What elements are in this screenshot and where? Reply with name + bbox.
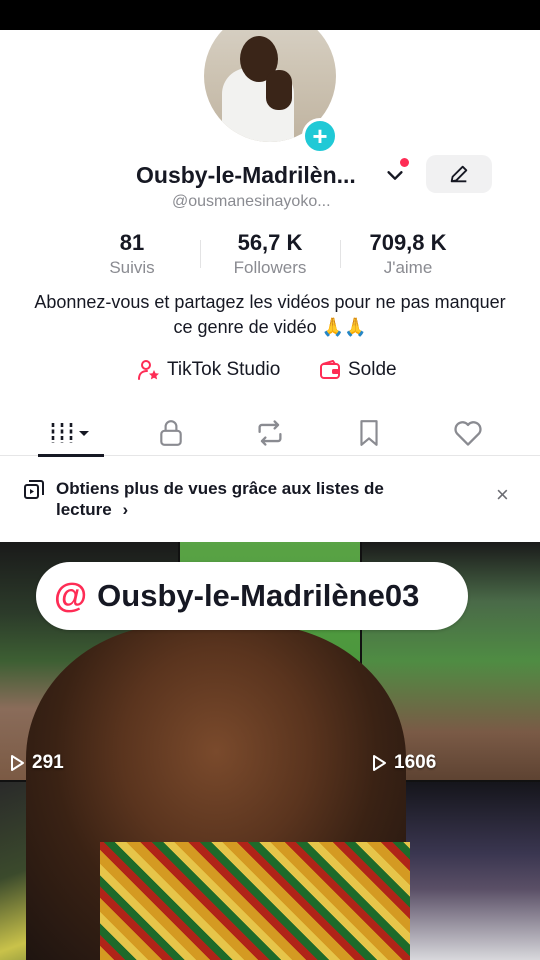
repost-icon (258, 420, 282, 446)
playlist-icon (24, 480, 44, 499)
play-icon (11, 755, 24, 771)
username-handle: @ousmanesinayoko... (172, 193, 331, 210)
lock-icon (160, 420, 182, 446)
avatar[interactable]: + (204, 30, 338, 154)
stat-followers-value: 56,7 K (237, 230, 303, 255)
heart-icon (454, 421, 482, 446)
chevron-right-icon: › (122, 500, 129, 519)
display-name[interactable]: Ousby-le-Madrilèn... (136, 162, 356, 189)
person-star-icon (138, 360, 159, 380)
view-count-value: 291 (32, 752, 64, 773)
profile-bio: Abonnez-vous et partagez les vidéos pour… (34, 292, 506, 337)
status-bar (0, 0, 540, 30)
stat-followers-label: Followers (233, 258, 307, 277)
add-avatar-plus-icon[interactable]: + (302, 118, 338, 154)
notification-dot (400, 158, 409, 167)
tiktok-studio-link[interactable]: TikTok Studio (137, 358, 280, 382)
solde-label: Solde (348, 359, 397, 380)
stat-likes-value: 709,8 K (369, 230, 447, 255)
view-count: 1606 (370, 752, 436, 774)
playlist-banner-message: Obtiens plus de vues grâce aux listes de… (56, 479, 384, 519)
stat-likes[interactable]: 709,8 K J'aime (350, 230, 466, 278)
stat-followers[interactable]: 56,7 K Followers (210, 230, 330, 278)
view-count-value: 1606 (394, 752, 437, 773)
webcam-overlay-shirt (100, 842, 410, 960)
view-count: 291 (8, 752, 64, 774)
wallet-icon (320, 360, 340, 379)
at-icon: @ (54, 576, 88, 615)
profile-header: + Ousby-le-Madrilèn... @ousmanesinayoko.… (0, 30, 540, 542)
chevron-down-icon[interactable] (384, 164, 406, 186)
video-grid: 291 1606 @ Ousby-le-Madrilène03 (0, 542, 540, 960)
grid-dropdown-icon (51, 423, 89, 443)
playlist-banner[interactable]: Obtiens plus de vues grâce aux listes de… (0, 466, 540, 542)
tab-liked[interactable] (434, 410, 502, 456)
stats-row: 81 Suivis 56,7 K Followers 709,8 K J'aim… (0, 230, 540, 286)
close-icon[interactable]: × (496, 482, 509, 508)
stat-divider (340, 240, 341, 268)
name-row: Ousby-le-Madrilèn... (0, 155, 540, 194)
stat-following[interactable]: 81 Suivis (82, 230, 182, 278)
playlist-banner-text: Obtiens plus de vues grâce aux listes de… (56, 478, 416, 520)
edit-profile-button[interactable] (426, 155, 492, 193)
stat-following-label: Suivis (109, 258, 155, 277)
solde-link[interactable]: Solde (318, 358, 397, 382)
stat-following-value: 81 (119, 230, 145, 255)
stat-likes-label: J'aime (383, 258, 433, 277)
mention-sticker: @ Ousby-le-Madrilène03 (36, 562, 468, 630)
tab-private[interactable] (137, 410, 205, 456)
play-icon (373, 755, 386, 771)
tab-videos[interactable] (38, 410, 106, 457)
mention-text: Ousby-le-Madrilène03 (97, 578, 420, 613)
bookmark-icon (360, 420, 378, 446)
tab-reposts[interactable] (236, 410, 304, 456)
tiktok-studio-label: TikTok Studio (167, 359, 281, 380)
pencil-icon (450, 165, 468, 183)
profile-links: TikTok Studio Solde (0, 356, 540, 386)
profile-tabs (0, 410, 540, 457)
tab-favorites[interactable] (335, 410, 403, 456)
stat-divider (200, 240, 201, 268)
